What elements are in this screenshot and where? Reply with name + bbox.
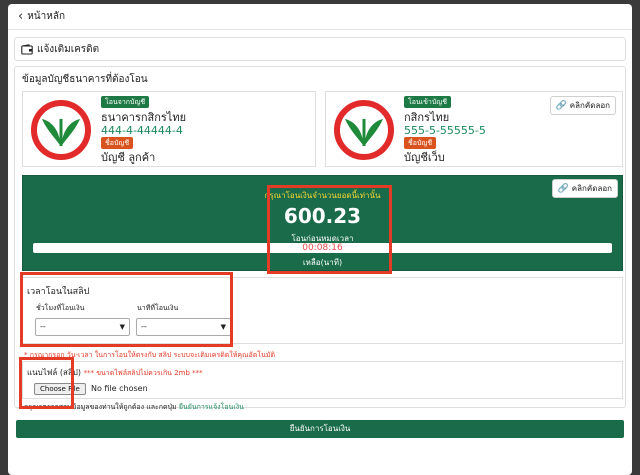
upload-size-note: *** ขนาดไฟล์สลิปไม่ควรเกิน 2mb *** — [83, 369, 203, 377]
to-account-number: 555-5-55555-5 — [404, 124, 486, 137]
confirm-transfer-link[interactable]: ยืนยันการแจ้งโอนเงิน — [179, 403, 244, 411]
copy-account-button[interactable]: 🔗 คลิกคัดลอก — [549, 96, 616, 115]
section-title: ข้อมูลบัญชีธนาคารที่ต้องโอน — [22, 74, 148, 85]
kbank-logo-icon — [334, 100, 394, 160]
credit-title: แจ้งเติมเครดิต — [37, 43, 100, 55]
top-bar: ‹ หน้าหลัก — [8, 4, 632, 30]
wallet-icon — [21, 43, 33, 55]
file-status: No file chosen — [91, 384, 148, 393]
link-icon: 🔗 — [555, 100, 567, 111]
upload-section: แนบไฟล์ (สลิป) *** ขนาดไฟล์สลิปไม่ควรเกิ… — [22, 361, 623, 399]
from-bank-name: ธนาคารกสิกรไทย — [101, 111, 187, 124]
from-badge: โอนจากบัญชี — [101, 96, 150, 108]
page: ‹ หน้าหลัก แจ้งเติมเครดิต ข้อมูลบัญชีธนา… — [8, 4, 632, 475]
from-account-owner: บัญชี ลูกค้า — [101, 151, 156, 164]
chevron-left-icon[interactable]: ‹ — [18, 10, 23, 23]
from-account-card: โอนจากบัญชี ธนาคารกสิกรไทย 444-4-44444-4… — [22, 91, 316, 167]
confirm-transfer-button[interactable]: ยืนยันการโอนเงิน — [16, 420, 624, 438]
kbank-logo-icon — [31, 100, 91, 160]
copy-account-label: คลิกคัดลอก — [569, 101, 610, 110]
highlight-upload-frame — [19, 357, 74, 409]
from-name-badge: ชื่อบัญชี — [101, 137, 134, 149]
to-account-card: โอนเข้าบัญชี กสิกรไทย 555-5-55555-5 ชื่อ… — [325, 91, 623, 167]
credit-header: แจ้งเติมเครดิต — [14, 37, 626, 61]
main-card: ข้อมูลบัญชีธนาคารที่ต้องโอน โอนจากบัญชี … — [14, 66, 626, 411]
to-name-badge: ชื่อบัญชี — [404, 137, 437, 149]
to-badge: โอนเข้าบัญชี — [404, 96, 452, 108]
from-account-number: 444-4-44444-4 — [101, 124, 183, 137]
to-account-owner: บัญชีเว็บ — [404, 151, 445, 164]
highlight-time-frame — [20, 272, 233, 347]
to-bank-name: กสิกรไทย — [404, 111, 450, 124]
highlight-amount-frame — [267, 185, 392, 274]
back-link[interactable]: หน้าหลัก — [27, 9, 65, 24]
